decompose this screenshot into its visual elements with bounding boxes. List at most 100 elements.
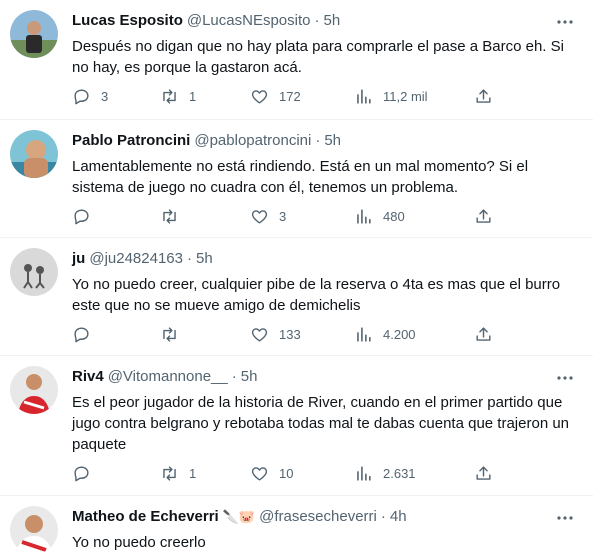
tweet-header: Pablo Patroncini @pablopatroncini · 5h xyxy=(72,132,341,149)
tweet-header: Riv4 @Vitomannone__ · 5h xyxy=(72,368,257,385)
timestamp[interactable]: 5h xyxy=(196,250,213,267)
avatar[interactable] xyxy=(10,10,58,58)
heart-icon xyxy=(251,209,268,224)
user-handle[interactable]: @frasesecheverri xyxy=(259,508,377,525)
views-count: 2.631 xyxy=(383,465,416,481)
avatar[interactable] xyxy=(10,130,58,178)
reply-icon xyxy=(74,326,89,342)
share-button[interactable] xyxy=(474,204,493,228)
retweet-icon xyxy=(163,88,176,104)
reply-icon xyxy=(74,465,89,481)
share-icon xyxy=(476,208,491,223)
retweet-button[interactable] xyxy=(160,322,189,346)
more-icon[interactable] xyxy=(557,14,573,30)
like-count: 133 xyxy=(279,326,301,342)
user-handle[interactable]: @Vitomannone__ xyxy=(108,368,228,385)
avatar[interactable] xyxy=(10,506,58,554)
separator: · xyxy=(186,250,192,267)
user-name[interactable]: ju xyxy=(72,250,85,267)
like-count: 3 xyxy=(279,208,287,224)
like-count: 10 xyxy=(279,465,294,481)
name-emoji: 🔪🐷 xyxy=(222,509,256,524)
like-button[interactable]: 10 xyxy=(250,461,293,485)
user-name[interactable]: Riv4 xyxy=(72,368,104,385)
heart-icon xyxy=(251,89,268,104)
timestamp[interactable]: 4h xyxy=(390,508,407,525)
share-icon xyxy=(476,88,491,103)
retweet-icon xyxy=(163,326,176,342)
reply-button[interactable]: 3 xyxy=(72,84,108,108)
tweet[interactable]: Lucas Esposito @LucasNEsposito · 5h Desp… xyxy=(0,0,593,120)
like-button[interactable]: 133 xyxy=(250,322,301,346)
reply-button[interactable] xyxy=(72,322,101,346)
retweet-button[interactable]: 1 xyxy=(160,84,196,108)
tweet-header: Matheo de Echeverri 🔪🐷 @frasesecheverri … xyxy=(72,508,407,525)
reply-button[interactable] xyxy=(72,461,101,485)
tweet-actions: 1 10 2.631 xyxy=(64,461,504,485)
timestamp[interactable]: 5h xyxy=(241,368,258,385)
reply-icon xyxy=(74,208,89,224)
retweet-button[interactable] xyxy=(160,204,189,228)
user-name[interactable]: Pablo Patroncini xyxy=(72,132,190,149)
timestamp[interactable]: 5h xyxy=(323,12,340,29)
tweet-header: ju @ju24824163 · 5h xyxy=(72,250,213,267)
views-button[interactable]: 11,2 mil xyxy=(354,84,428,108)
heart-icon xyxy=(251,466,268,481)
tweet-actions: 3 1 172 11,2 mil xyxy=(64,84,504,108)
reply-icon xyxy=(74,88,89,104)
reply-button[interactable] xyxy=(72,204,101,228)
user-name[interactable]: Matheo de Echeverri xyxy=(72,508,219,525)
tweet-text: Lamentablemente no está rindiendo. Está … xyxy=(72,158,529,196)
views-count: 11,2 mil xyxy=(383,88,428,104)
tweet-actions: 3 480 xyxy=(64,204,504,228)
like-count: 172 xyxy=(279,88,301,104)
views-icon xyxy=(357,208,371,224)
tweet[interactable]: ju @ju24824163 · 5h Yo no puedo creer, c… xyxy=(0,238,593,356)
separator: · xyxy=(315,132,321,149)
retweet-count: 1 xyxy=(189,88,197,104)
views-count: 4.200 xyxy=(383,326,416,342)
views-icon xyxy=(357,88,371,104)
avatar[interactable] xyxy=(10,366,58,414)
separator: · xyxy=(314,12,320,29)
user-handle[interactable]: @ju24824163 xyxy=(89,250,183,267)
share-button[interactable] xyxy=(474,461,493,485)
tweet-actions: 133 4.200 xyxy=(64,322,504,346)
user-handle[interactable]: @LucasNEsposito xyxy=(187,12,311,29)
retweet-button[interactable]: 1 xyxy=(160,461,196,485)
avatar[interactable] xyxy=(10,248,58,296)
separator: · xyxy=(231,368,237,385)
views-button[interactable]: 2.631 xyxy=(354,461,416,485)
share-icon xyxy=(476,465,491,480)
tweet[interactable]: Riv4 @Vitomannone__ · 5h Es el peor juga… xyxy=(0,356,593,496)
like-button[interactable]: 172 xyxy=(250,84,301,108)
more-icon[interactable] xyxy=(557,510,573,526)
user-name[interactable]: Lucas Esposito xyxy=(72,12,183,29)
tweet-text: Es el peor jugador de la historia de Riv… xyxy=(72,394,570,453)
separator: · xyxy=(380,508,386,525)
views-count: 480 xyxy=(383,208,405,224)
retweet-icon xyxy=(163,208,176,224)
tweet-text: Después no digan que no hay plata para c… xyxy=(72,38,564,76)
views-icon xyxy=(357,465,371,481)
more-icon[interactable] xyxy=(557,370,573,386)
share-icon xyxy=(476,326,491,341)
views-icon xyxy=(357,326,371,342)
like-button[interactable]: 3 xyxy=(250,204,286,228)
views-button[interactable]: 480 xyxy=(354,204,405,228)
views-button[interactable]: 4.200 xyxy=(354,322,416,346)
tweet-feed: Lucas Esposito @LucasNEsposito · 5h Desp… xyxy=(0,0,593,557)
tweet-text: Yo no puedo creerlo xyxy=(72,534,206,551)
share-button[interactable] xyxy=(474,322,493,346)
user-handle[interactable]: @pablopatroncini xyxy=(194,132,311,149)
reply-count: 3 xyxy=(101,88,109,104)
tweet[interactable]: Matheo de Echeverri 🔪🐷 @frasesecheverri … xyxy=(0,496,593,557)
tweet-text: Yo no puedo creer, cualquier pibe de la … xyxy=(72,276,561,314)
heart-icon xyxy=(251,327,268,342)
tweet[interactable]: Pablo Patroncini @pablopatroncini · 5h L… xyxy=(0,120,593,238)
retweet-count: 1 xyxy=(189,465,197,481)
timestamp[interactable]: 5h xyxy=(324,132,341,149)
retweet-icon xyxy=(163,465,176,481)
tweet-header: Lucas Esposito @LucasNEsposito · 5h xyxy=(72,12,340,29)
share-button[interactable] xyxy=(474,84,493,108)
